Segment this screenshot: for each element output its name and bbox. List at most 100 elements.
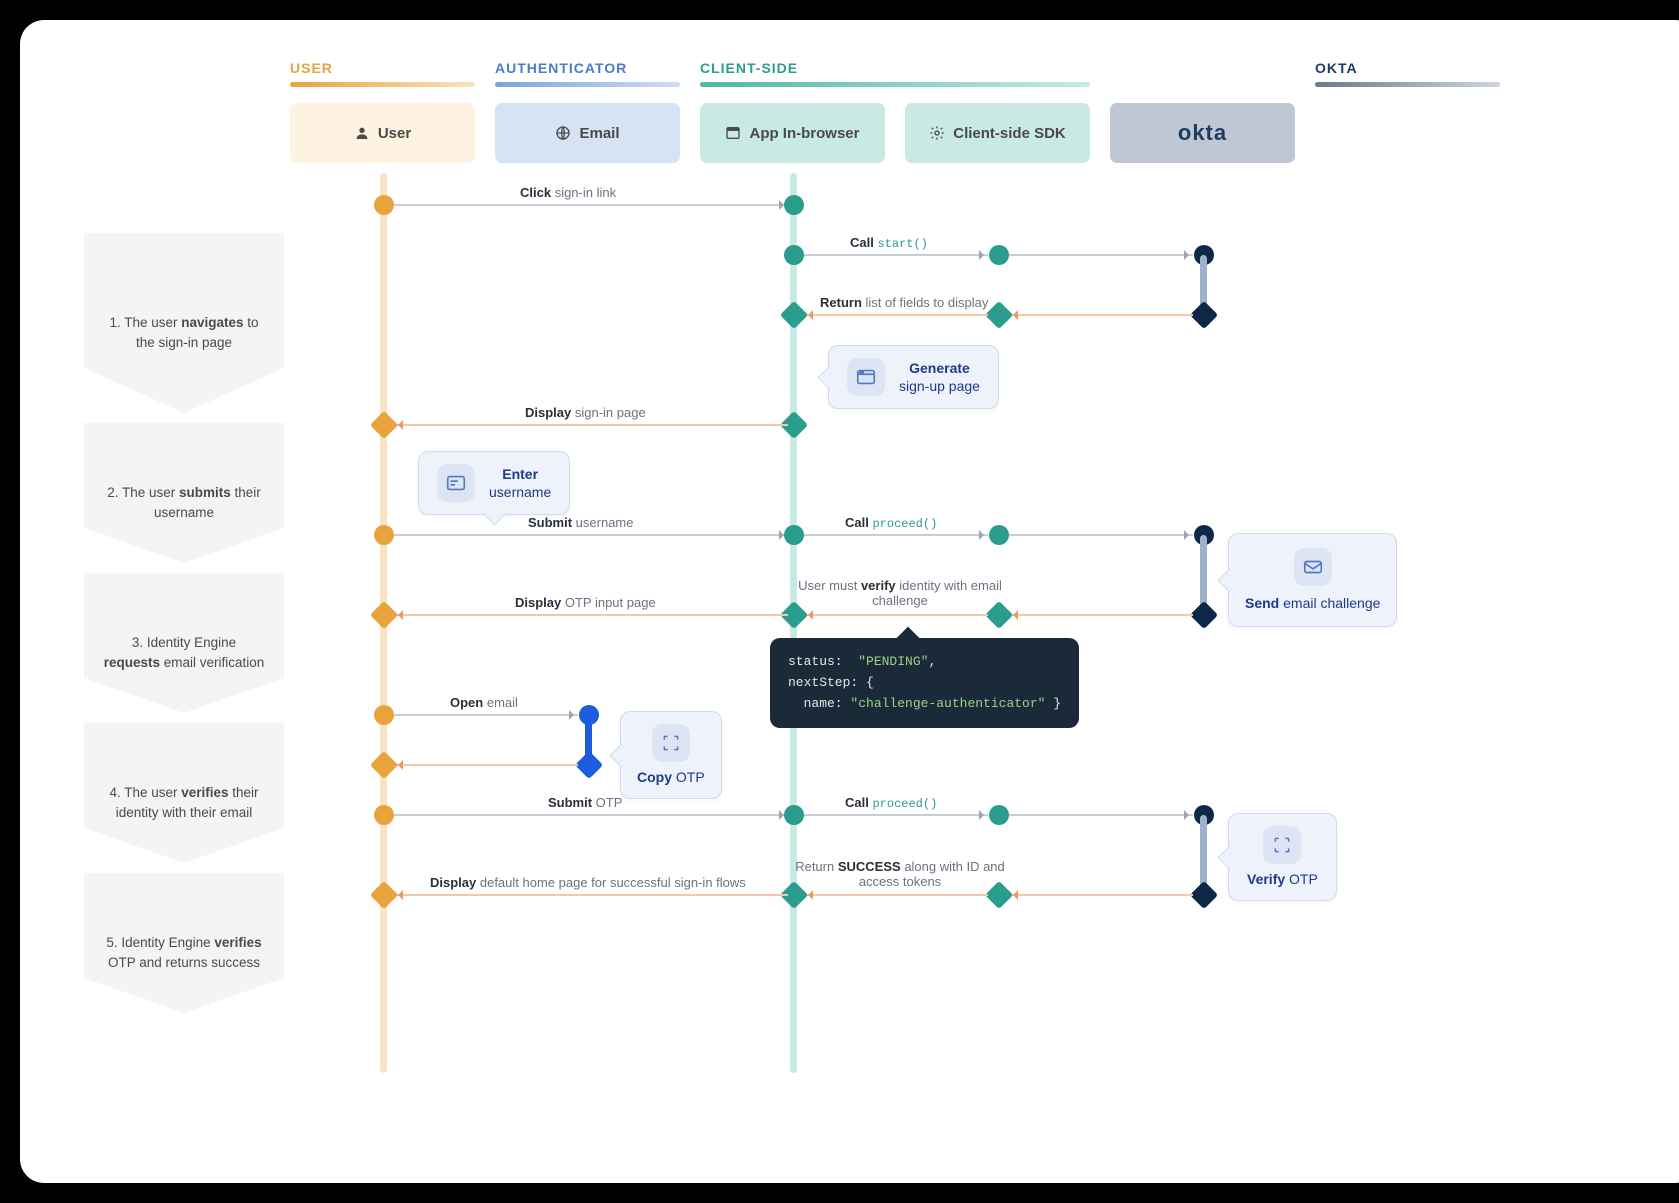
callout-text: Copy OTP [637,768,705,786]
node-user [370,601,398,629]
actors-row: User Email App In-browser Client-side SD… [290,103,1669,163]
node-okta [1190,301,1218,329]
actor-label: Email [579,125,619,142]
actor-okta: okta [1110,103,1295,163]
steps-sidebar: 1. The user navigates to the sign-in pag… [84,233,284,1023]
arrow [394,534,788,536]
step-5: 5. Identity Engine verifies OTP and retu… [84,873,284,1013]
msg-call-start: Call start() [850,235,928,251]
callout-verify-otp: Verify OTP [1228,813,1337,901]
arrow [804,614,988,616]
node-sdk [985,301,1013,329]
node-sdk [989,805,1009,825]
arrow [394,714,578,716]
diagram-page: USER AUTHENTICATOR CLIENT-SIDE OKTA User… [20,20,1679,1183]
header-bar [700,82,1090,87]
node-sdk [989,245,1009,265]
msg-return-success: Return SUCCESS along with ID and access … [795,859,1005,889]
header-group-authenticator: AUTHENTICATOR [495,60,680,87]
mail-send-icon [1294,548,1332,586]
arrow [394,204,788,206]
scan-icon [652,724,690,762]
arrow [394,764,578,766]
msg-display-home: Display default home page for successful… [430,875,746,890]
callout-enter-username: Enterusername [418,451,570,515]
node-user [370,411,398,439]
msg-return-fields: Return list of fields to display [820,295,988,310]
browser-icon [725,125,741,141]
arrow [394,894,788,896]
arrow [804,814,988,816]
callout-text: Verify OTP [1247,870,1318,888]
header-group-user: USER [290,60,475,87]
step-1: 1. The user navigates to the sign-in pag… [84,233,284,413]
header-group-okta: OKTA [1315,60,1500,87]
actor-label: Client-side SDK [953,125,1066,142]
node-app [784,245,804,265]
header-label-auth: AUTHENTICATOR [495,60,680,76]
callout-generate: Generatesign-up page [828,345,999,409]
msg-call-proceed2: Call proceed() [845,795,937,811]
node-okta [1190,881,1218,909]
actor-label: App In-browser [749,125,859,142]
arrow [804,894,988,896]
msg-submit-otp: Submit OTP [548,795,622,810]
node-user [374,805,394,825]
node-user [370,881,398,909]
arrow [1009,534,1193,536]
arrow [804,314,988,316]
arrow [394,814,788,816]
arrow [1009,614,1193,616]
header-label-user: USER [290,60,475,76]
header-group-client: CLIENT-SIDE [700,60,1090,87]
callout-copy-otp: Copy OTP [620,711,722,799]
msg-display-otp: Display OTP input page [515,595,656,610]
globe-icon [555,125,571,141]
node-sdk [989,525,1009,545]
user-icon [354,125,370,141]
node-app [784,525,804,545]
arrow [394,424,788,426]
node-user [374,705,394,725]
node-app [784,805,804,825]
header-row: USER AUTHENTICATOR CLIENT-SIDE OKTA [290,60,1669,87]
msg-verify-identity: User must verify identity with email cha… [790,578,1010,608]
node-user [370,751,398,779]
arrow [1009,894,1193,896]
msg-click-signin: Click sign-in link [520,185,616,200]
header-label-client: CLIENT-SIDE [700,60,1090,76]
scan-icon [1263,826,1301,864]
page-icon [847,358,885,396]
header-bar [1315,82,1500,87]
actor-sdk: Client-side SDK [905,103,1090,163]
node-user [374,195,394,215]
msg-call-proceed1: Call proceed() [845,515,937,531]
callout-text: Enterusername [489,465,551,501]
arrow [1009,314,1193,316]
step-4: 4. The user verifies their identity with… [84,723,284,863]
callout-text: Generatesign-up page [899,359,980,395]
step-3: 3. Identity Engine requests email verifi… [84,573,284,713]
arrow [804,254,988,256]
form-icon [437,464,475,502]
header-bar [495,82,680,87]
arrow [1009,814,1193,816]
okta-logo: okta [1178,120,1227,146]
code-payload: status: "PENDING", nextStep: { name: "ch… [770,638,1079,728]
arrow [1009,254,1193,256]
node-email [575,751,603,779]
node-user [374,525,394,545]
gear-icon [929,125,945,141]
callout-send-challenge: Send email challenge [1228,533,1397,627]
msg-display-signin: Display sign-in page [525,405,646,420]
node-app [780,301,808,329]
callout-text: Send email challenge [1245,594,1380,612]
header-label-okta: OKTA [1315,60,1500,76]
node-app [784,195,804,215]
actor-user: User [290,103,475,163]
step-2: 2. The user submits their username [84,423,284,563]
sequence-diagram-body: 1. The user navigates to the sign-in pag… [50,173,1669,1073]
actor-email: Email [495,103,680,163]
header-bar [290,82,475,87]
actor-app: App In-browser [700,103,885,163]
